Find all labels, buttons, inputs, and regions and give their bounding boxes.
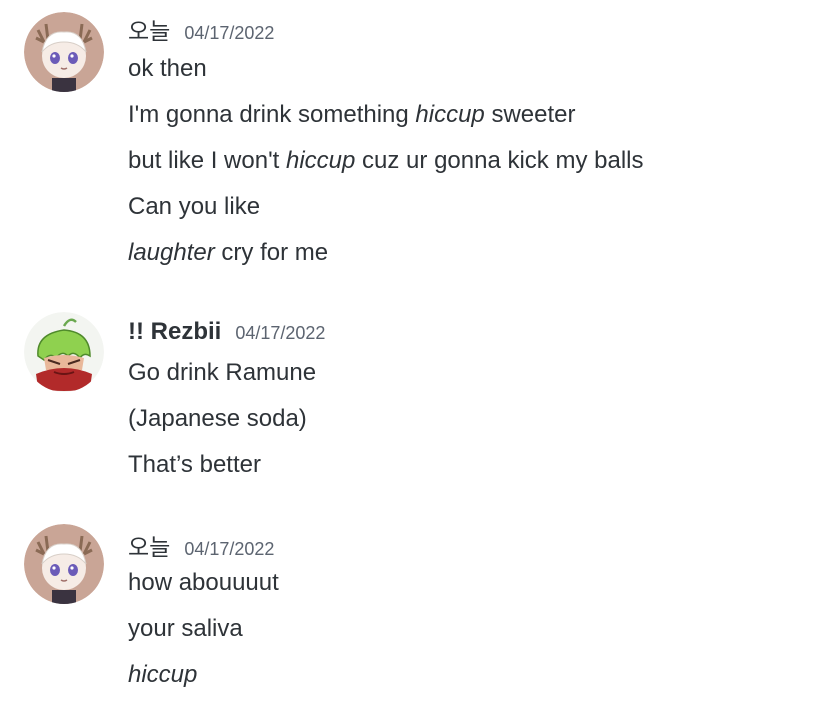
italic-text: hiccup <box>128 661 198 688</box>
timestamp: 04/17/2022 <box>184 539 275 559</box>
message-header: !! Rezbii 04/17/2022 <box>128 318 325 354</box>
author-name[interactable]: 오늘 <box>128 19 170 45</box>
message-line: laughter cry for me <box>128 238 328 268</box>
message-line: Go drink Ramune <box>128 358 316 388</box>
user-avatar[interactable] <box>24 12 104 92</box>
message-text: cry for me <box>214 239 329 266</box>
timestamp: 04/17/2022 <box>235 323 326 343</box>
italic-text: hiccup <box>415 101 485 128</box>
italic-text: laughter <box>128 239 215 266</box>
message-header: 오늘 04/17/2022 <box>128 528 274 564</box>
message-text: ok then <box>128 55 207 82</box>
message-line: (Japanese soda) <box>128 404 307 434</box>
message-text: I'm gonna drink something <box>128 101 416 128</box>
author-name[interactable]: 오늘 <box>128 535 170 561</box>
message-text: but like I won't <box>128 147 286 174</box>
user-avatar[interactable] <box>24 524 104 604</box>
message-line: but like I won't hiccup cuz ur gonna kic… <box>128 146 644 176</box>
message-text: cuz ur gonna kick my balls <box>355 147 644 174</box>
message-text: how abouuuut <box>128 569 279 596</box>
message-line: hiccup <box>128 660 197 690</box>
message-text: your saliva <box>128 615 243 642</box>
author-name[interactable]: !! Rezbii <box>128 318 221 345</box>
message-line: your saliva <box>128 614 243 644</box>
message-text: sweeter <box>484 101 576 128</box>
message-line: how abouuuut <box>128 568 279 598</box>
message-text: Go drink Ramune <box>128 359 317 386</box>
message-line: Can you like <box>128 192 260 222</box>
message-line: I'm gonna drink something hiccup sweeter <box>128 100 575 130</box>
message-text: That’s better <box>128 451 261 478</box>
message-line: ok then <box>128 54 207 84</box>
antlered-character-avatar-icon <box>24 12 104 92</box>
message-line: That’s better <box>128 450 261 480</box>
italic-text: hiccup <box>286 147 356 174</box>
message-text: (Japanese soda) <box>128 405 307 432</box>
message-text: Can you like <box>128 193 261 220</box>
antlered-character-avatar-icon <box>24 524 104 604</box>
timestamp: 04/17/2022 <box>184 23 275 43</box>
user-avatar[interactable] <box>24 312 104 392</box>
message-header: 오늘 04/17/2022 <box>128 12 274 48</box>
green-haired-character-avatar-icon <box>24 312 104 392</box>
